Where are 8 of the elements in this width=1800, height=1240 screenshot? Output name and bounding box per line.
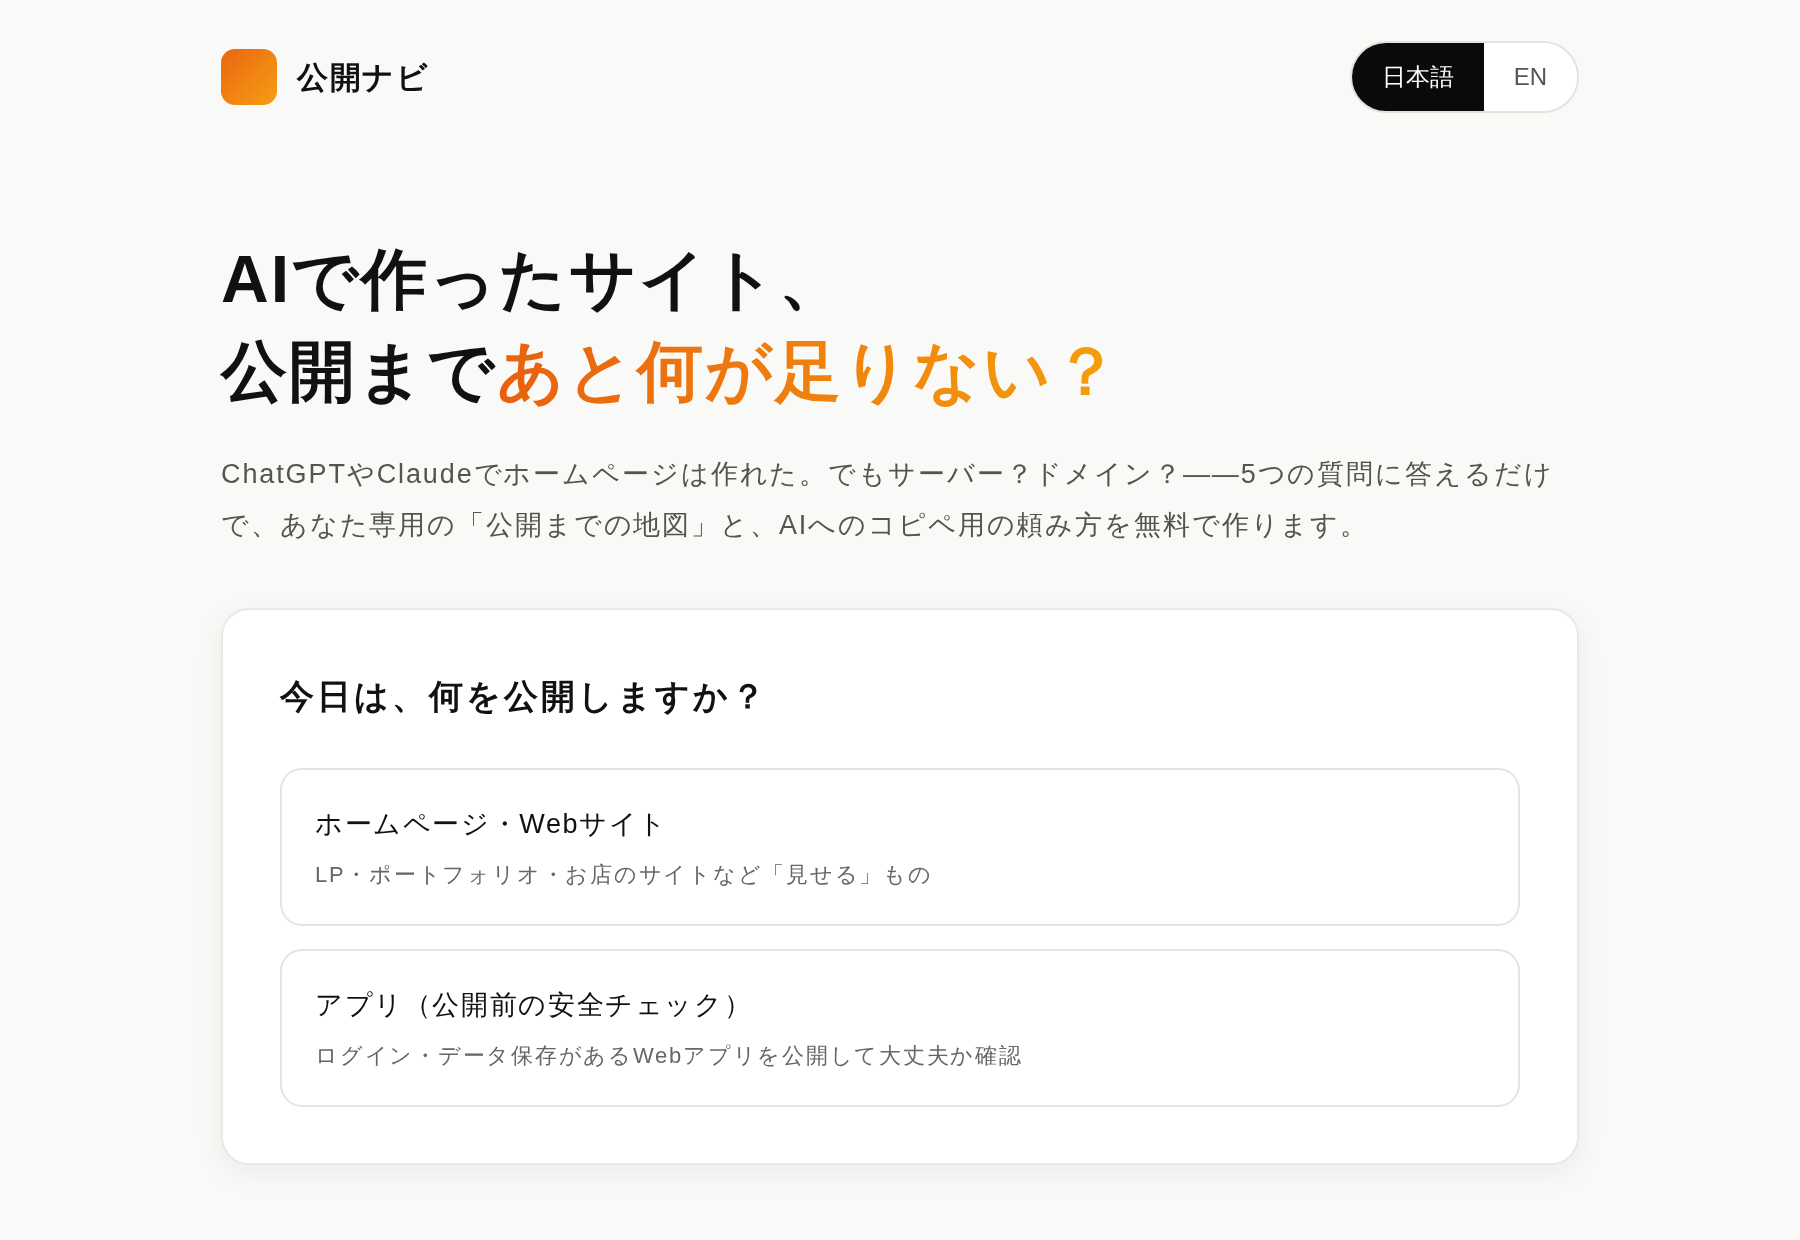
hero-description: ChatGPTやClaudeでホームページは作れた。でもサーバー？ドメイン？——5つの質問に答えるだけで、あなた専用の「公開までの地図」と、AIへのコピペ用の頼み方を無料で作ります。: [221, 458, 1555, 542]
hero-heading: AIで作ったサイト、 公開まであと何が足りない？: [221, 241, 1122, 410]
picker-title: 今日は、何を公開しますか？: [280, 676, 769, 717]
language-tab[interactable]: 日本語: [1351, 43, 1484, 111]
brand-name: 公開ナビ: [297, 61, 430, 93]
option-card[interactable]: ホームページ・Webサイト LP・ポートフォリオ・お店のサイトなど「見せる」もの: [280, 768, 1520, 926]
logo-icon: [221, 49, 277, 105]
option-card[interactable]: アプリ（公開前の安全チェック） ログイン・データ保存があるWebアプリを公開して大丈夫か確認: [280, 949, 1520, 1107]
